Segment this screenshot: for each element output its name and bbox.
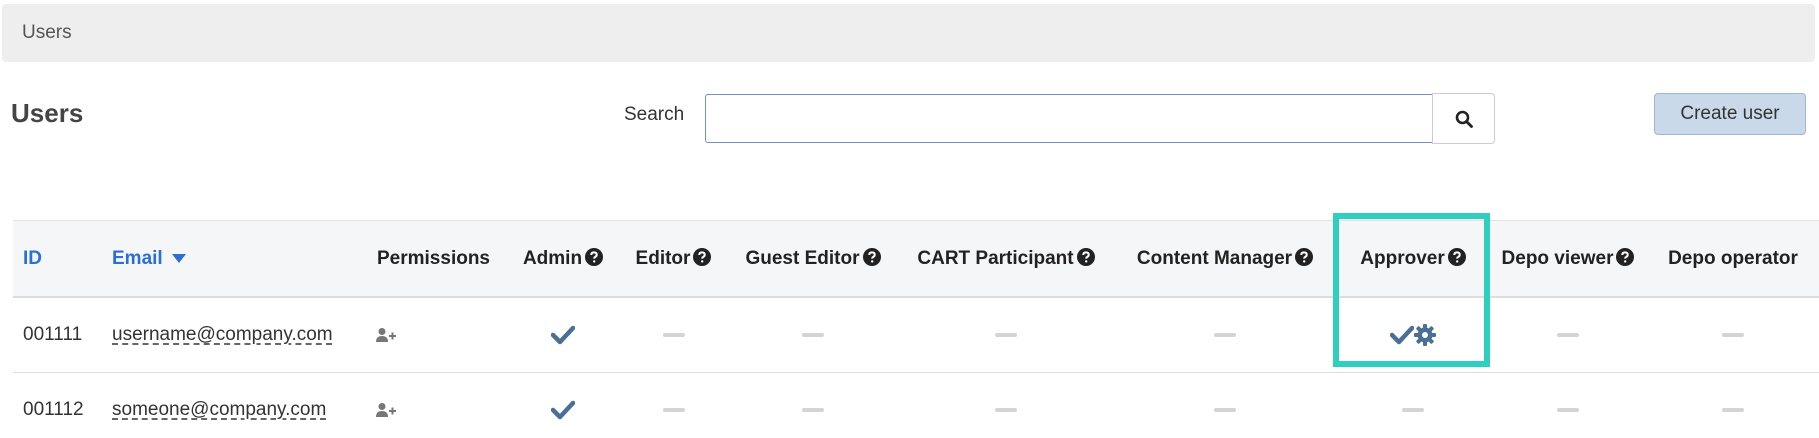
cell-permissions [361,372,506,438]
cell-permissions [361,297,506,373]
column-header-email-label: Email [112,247,163,269]
column-header-editor: Editor [620,220,727,298]
dash-icon [662,407,685,412]
column-header-depo-operator-label: Depo operator [1668,247,1798,269]
dash-icon [802,407,824,412]
column-header-approver: Approver [1337,220,1489,298]
cell-guest-editor [727,372,899,438]
column-header-admin-label: Admin [522,247,583,269]
cell-editor [620,297,727,373]
question-circle-icon[interactable] [1616,247,1635,266]
dash-icon [662,332,685,337]
caret-down-icon [171,253,186,263]
column-header-depo-viewer-label: Depo viewer [1501,247,1614,269]
column-header-id[interactable]: ID [13,220,102,298]
column-header-depo-operator: Depo operator [1647,220,1819,298]
column-header-admin: Admin [506,220,620,298]
column-header-permissions-label: Permissions [377,247,490,269]
dash-icon [1722,407,1744,412]
cell-cart-participant [899,297,1113,373]
cell-content-manager [1113,372,1337,438]
cell-depo-viewer [1489,372,1647,438]
question-circle-icon[interactable] [1076,247,1095,266]
cell-admin [506,372,620,438]
question-circle-icon[interactable] [862,247,881,266]
cell-id: 001111 [13,297,102,373]
cell-admin [506,297,620,373]
column-header-editor-label: Editor [635,247,691,269]
dash-icon [1557,332,1579,337]
dash-icon [995,332,1017,337]
column-header-depo-viewer: Depo viewer [1489,220,1647,298]
user-plus-icon[interactable] [376,327,396,343]
cell-depo-operator [1647,297,1819,373]
check-icon [1390,325,1414,345]
column-header-content-manager: Content Manager [1113,220,1337,298]
dash-icon [1557,407,1579,412]
breadcrumb-item-users[interactable]: Users [22,22,72,44]
cell-email: someone@company.com [102,372,361,438]
search-input[interactable] [705,94,1434,143]
email-link[interactable]: username@company.com [112,324,333,345]
table-row: 001112 someone@company.com [13,372,1819,438]
cell-editor [620,372,727,438]
create-user-button[interactable]: Create user [1654,93,1806,135]
cell-content-manager [1113,297,1337,373]
question-circle-icon[interactable] [585,247,604,266]
column-header-id-label: ID [23,247,42,269]
user-plus-icon[interactable] [376,402,396,418]
email-link[interactable]: someone@company.com [112,399,326,420]
page-title: Users [11,98,84,128]
column-header-content-manager-label: Content Manager [1136,247,1293,269]
search-button[interactable] [1432,93,1495,144]
cell-approver [1337,372,1489,438]
users-table: ID Email Permissions Admin Editor Guest … [13,220,1819,438]
gear-icon[interactable] [1414,323,1436,346]
column-header-guest-editor-label: Guest Editor [745,247,860,269]
cell-email: username@company.com [102,297,361,373]
search-icon [1455,110,1473,128]
question-circle-icon[interactable] [1447,247,1466,266]
dash-icon [1214,332,1236,337]
column-header-permissions: Permissions [361,220,506,298]
column-header-approver-label: Approver [1360,247,1445,269]
cell-guest-editor [727,297,899,373]
cell-approver [1337,297,1489,373]
dash-icon [1722,332,1744,337]
cell-id: 001112 [13,372,102,438]
question-circle-icon[interactable] [1295,247,1314,266]
column-header-guest-editor: Guest Editor [727,220,899,298]
cell-depo-operator [1647,372,1819,438]
cell-cart-participant [899,372,1113,438]
question-circle-icon[interactable] [693,247,712,266]
check-icon [551,325,575,345]
check-icon [551,400,575,420]
dash-icon [995,407,1017,412]
dash-icon [1214,407,1236,412]
breadcrumb: Users [2,4,1815,62]
table-row: 001111 username@company.com [13,297,1819,373]
table-header-row: ID Email Permissions Admin Editor Guest … [13,220,1819,298]
column-header-cart-participant-label: CART Participant [917,247,1074,269]
dash-icon [802,332,824,337]
column-header-cart-participant: CART Participant [899,220,1113,298]
search-label: Search [624,104,685,125]
dash-icon [1402,407,1424,412]
column-header-email[interactable]: Email [102,220,361,298]
cell-depo-viewer [1489,297,1647,373]
